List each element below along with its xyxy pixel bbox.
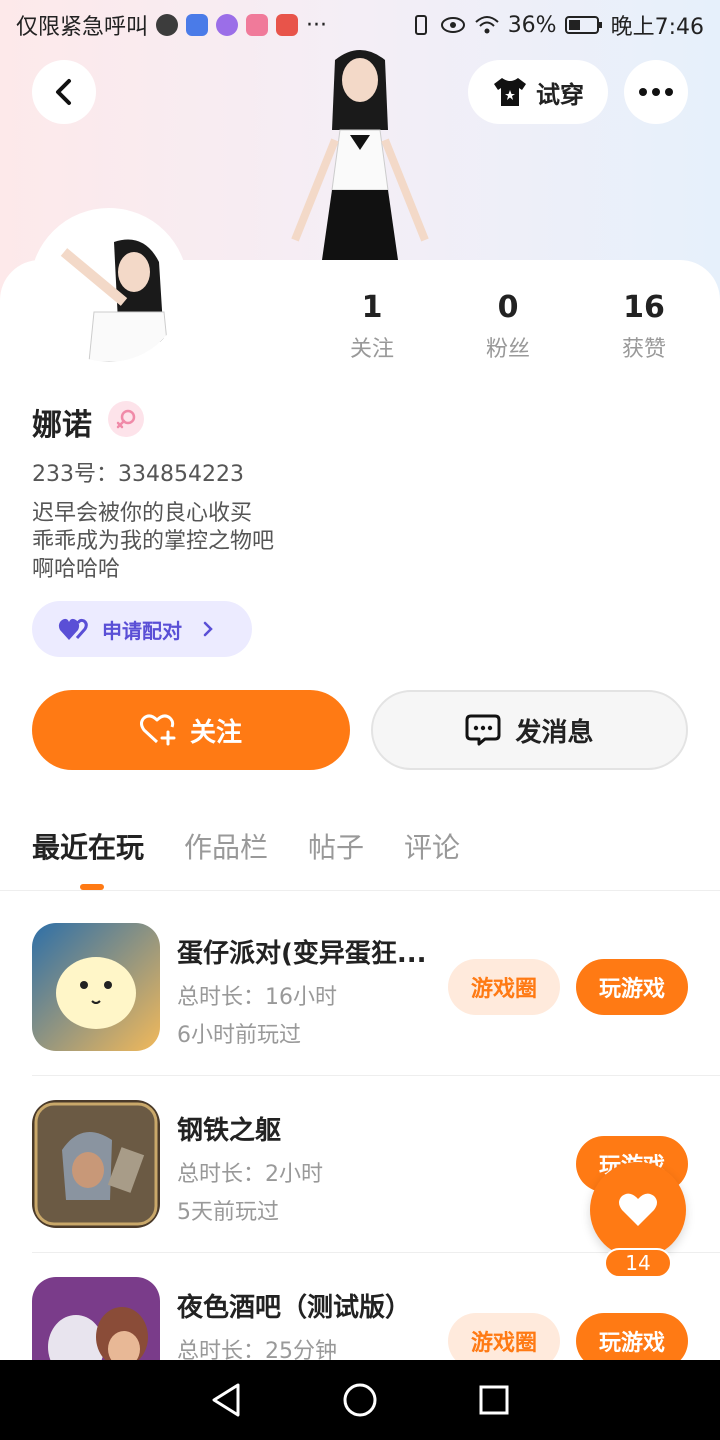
stat-likes-count: 16: [623, 290, 665, 325]
list-item[interactable]: 夜色酒吧（测试版） 总时长：25分钟 游戏圈 玩游戏: [0, 1277, 720, 1360]
baidu-icon: [186, 14, 209, 36]
wifi-icon: [475, 16, 499, 34]
game-title: 钢铁之躯: [177, 1116, 282, 1146]
bio-line: 啊哈哈哈: [32, 557, 121, 582]
tshirt-icon: [494, 78, 526, 106]
avatar[interactable]: [30, 208, 188, 366]
battery-icon: [564, 16, 602, 34]
game-icon: [32, 1100, 160, 1228]
game-duration: 总时长：16小时: [177, 985, 337, 1010]
tab-posts[interactable]: 帖子: [308, 826, 364, 866]
stat-following[interactable]: 1 关注: [322, 290, 422, 363]
stat-fans[interactable]: 0 粉丝: [458, 290, 558, 363]
nav-home-icon[interactable]: [342, 1382, 378, 1418]
stat-likes[interactable]: 16 获赞: [594, 290, 694, 363]
request-pair-button[interactable]: 申请配对: [32, 601, 252, 657]
request-pair-label: 申请配对: [102, 618, 182, 643]
follow-button[interactable]: 关注: [32, 690, 350, 770]
nav-recents-icon[interactable]: [478, 1384, 510, 1416]
play-game-button[interactable]: 玩游戏: [576, 1313, 688, 1360]
heart-plus-icon: [139, 714, 176, 746]
app2-icon: [276, 14, 299, 36]
stat-following-count: 1: [361, 290, 383, 325]
game-icon: [32, 923, 160, 1051]
more-options-button[interactable]: [624, 60, 688, 124]
profile-tabs: 最近在玩 作品栏 帖子 评论: [32, 826, 460, 866]
clock: 晚上7:46: [610, 15, 704, 40]
nav-back-icon[interactable]: [210, 1382, 242, 1418]
like-count-badge: 14: [604, 1248, 672, 1278]
send-message-button[interactable]: 发消息: [371, 690, 688, 770]
game-icon: [32, 1277, 160, 1360]
game-circle-button[interactable]: 游戏圈: [448, 1313, 560, 1360]
bio-line: 乖乖成为我的掌控之物吧: [32, 529, 275, 554]
vibrate-icon: [414, 15, 427, 35]
try-on-button[interactable]: 试穿: [468, 60, 608, 124]
back-button[interactable]: [32, 60, 96, 124]
stat-likes-label: 获赞: [621, 337, 666, 362]
music-icon: [216, 14, 239, 36]
status-text: 仅限紧急呼叫: [16, 15, 149, 40]
game-title: 夜色酒吧（测试版）: [177, 1293, 412, 1323]
tab-recently-played[interactable]: 最近在玩: [32, 826, 144, 866]
like-floating-button[interactable]: [590, 1162, 686, 1258]
avatar-3d-figure: [291, 50, 429, 260]
tab-works[interactable]: 作品栏: [184, 826, 268, 866]
divider: [32, 1075, 720, 1076]
battery-percent: 36%: [507, 12, 557, 38]
female-icon: [108, 401, 144, 437]
bio-line: 迟早会被你的良心收买: [32, 501, 253, 526]
try-on-label: 试穿: [536, 80, 584, 109]
username: 娜诺: [32, 408, 92, 443]
play-game-button[interactable]: 玩游戏: [576, 959, 688, 1015]
double-heart-icon: [58, 618, 88, 640]
list-item[interactable]: 蛋仔派对(变异蛋狂... 总时长：16小时 6小时前玩过 游戏圈 玩游戏: [0, 923, 720, 1099]
eye-icon: [440, 17, 465, 33]
chevron-right-icon: [203, 621, 213, 637]
heart-icon: [619, 1193, 657, 1226]
game-last-played: 6小时前玩过: [177, 1023, 301, 1048]
wechat-icon: [156, 14, 179, 36]
avatar-image: [34, 212, 184, 362]
divider: [0, 890, 720, 891]
follow-label: 关注: [189, 717, 242, 748]
user-id: 233号：334854223: [32, 462, 244, 487]
chevron-left-icon: [56, 79, 71, 105]
game-duration: 总时长：25分钟: [177, 1339, 337, 1360]
game-duration: 总时长：2小时: [177, 1162, 323, 1187]
stat-fans-count: 0: [497, 290, 519, 325]
more-dots-icon: [639, 88, 673, 96]
bio: 迟早会被你的良心收买 乖乖成为我的掌控之物吧 啊哈哈哈: [32, 500, 274, 584]
send-message-label: 发消息: [515, 717, 594, 748]
app-icon: [246, 14, 269, 36]
tab-comments[interactable]: 评论: [404, 826, 460, 866]
stat-fans-label: 粉丝: [485, 337, 530, 362]
chat-bubble-icon: [465, 714, 501, 746]
stat-following-label: 关注: [349, 337, 394, 362]
game-circle-button[interactable]: 游戏圈: [448, 959, 560, 1015]
system-nav-bar: [0, 1360, 720, 1440]
more-notifications: ···: [306, 12, 327, 38]
game-title: 蛋仔派对(变异蛋狂...: [177, 939, 427, 969]
game-last-played: 5天前玩过: [177, 1200, 279, 1225]
